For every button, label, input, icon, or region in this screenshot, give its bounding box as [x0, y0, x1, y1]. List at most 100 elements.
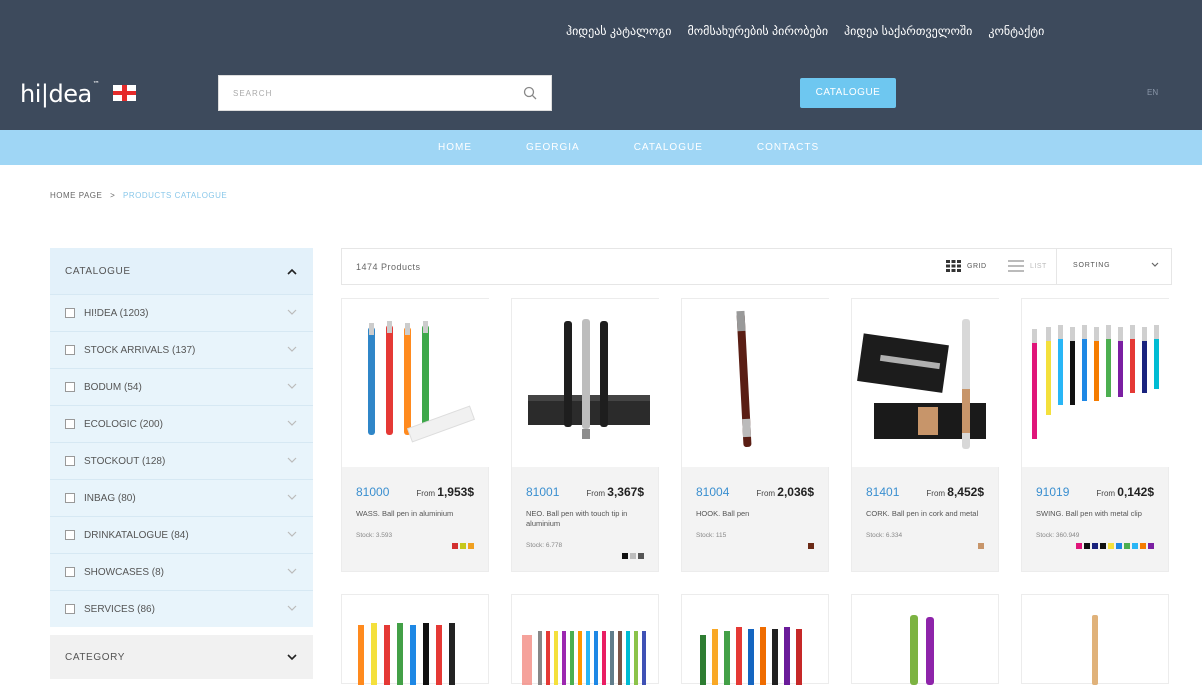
color-swatch[interactable] — [1084, 543, 1090, 549]
chevron-down-icon[interactable] — [287, 309, 297, 315]
search-input[interactable] — [219, 76, 499, 110]
breadcrumb-home[interactable]: HOME PAGE — [50, 191, 102, 200]
color-swatch[interactable] — [622, 553, 628, 559]
list-view-toggle[interactable]: LIST — [1008, 260, 1047, 272]
chevron-down-icon[interactable] — [287, 605, 297, 611]
color-swatch[interactable] — [1140, 543, 1146, 549]
filter-checkbox[interactable] — [65, 530, 75, 540]
category-filter-header[interactable]: CATEGORY — [50, 635, 313, 679]
sidebar-filter-item[interactable]: STOCK ARRIVALS (137) — [50, 331, 313, 368]
product-card[interactable]: 81401 From 8,452$ CORK. Ball pen in cork a… — [851, 298, 1000, 572]
color-swatch[interactable] — [1132, 543, 1138, 549]
color-swatch[interactable] — [978, 543, 984, 549]
logo[interactable]: hi|dea™ — [20, 80, 100, 108]
filter-checkbox[interactable] — [65, 456, 75, 466]
product-code[interactable]: 91019 — [1036, 485, 1069, 499]
chevron-down-icon[interactable] — [287, 346, 297, 352]
product-card[interactable] — [681, 594, 829, 685]
nav-georgia[interactable]: GEORGIA — [526, 142, 580, 153]
product-card[interactable]: 81000 From 1,953$ WASS. Ball pen in alumin… — [341, 298, 490, 572]
chevron-down-icon[interactable] — [287, 383, 297, 389]
product-name: SWING. Ball pen with metal clip — [1036, 509, 1142, 518]
product-name: CORK. Ball pen in cork and metal — [866, 509, 979, 518]
color-swatch[interactable] — [1108, 543, 1114, 549]
top-link-contact[interactable]: კონტაქტი — [988, 24, 1044, 38]
search-icon[interactable] — [523, 86, 537, 100]
filter-label: HI!DEA (1203) — [84, 307, 149, 319]
catalogue-filter-header[interactable]: CATALOGUE — [50, 248, 313, 294]
chevron-up-icon[interactable] — [287, 268, 297, 275]
sidebar-filter-item[interactable]: SHOWCASES (8) — [50, 553, 313, 590]
color-swatch[interactable] — [630, 553, 636, 559]
color-swatch[interactable] — [1076, 543, 1082, 549]
sidebar-filter-item[interactable]: ECOLOGIC (200) — [50, 405, 313, 442]
chevron-down-icon[interactable] — [287, 568, 297, 574]
product-image[interactable] — [342, 299, 490, 467]
product-code[interactable]: 81000 — [356, 485, 389, 499]
filter-checkbox[interactable] — [65, 308, 75, 318]
product-code[interactable]: 81401 — [866, 485, 899, 499]
product-stock: Stock: 6.778 — [526, 542, 563, 549]
product-card[interactable]: 81001 From 3,367$ NEO. Ball pen with touch… — [511, 298, 660, 572]
color-swatch[interactable] — [1148, 543, 1154, 549]
chevron-down-icon[interactable] — [287, 531, 297, 537]
color-swatch[interactable] — [1100, 543, 1106, 549]
product-name: HOOK. Ball pen — [696, 509, 750, 518]
product-card[interactable] — [511, 594, 659, 685]
sidebar-filter-item[interactable]: BODUM (54) — [50, 368, 313, 405]
product-card[interactable]: 91019 From 0,142$ SWING. Ball pen with met… — [1021, 298, 1170, 572]
product-image — [522, 631, 646, 685]
color-swatch[interactable] — [1124, 543, 1130, 549]
filter-checkbox[interactable] — [65, 567, 75, 577]
sidebar-filter-item[interactable]: STOCKOUT (128) — [50, 442, 313, 479]
chevron-down-icon[interactable] — [287, 420, 297, 426]
product-card[interactable] — [341, 594, 489, 685]
product-image[interactable] — [852, 299, 1000, 467]
product-stock: Stock: 3.593 — [356, 532, 393, 539]
color-swatch[interactable] — [638, 553, 644, 559]
top-link-service-terms[interactable]: მომსახურების პირობები — [687, 24, 828, 38]
chevron-down-icon[interactable] — [287, 457, 297, 463]
sidebar-filter-item[interactable]: DRINKATALOGUE (84) — [50, 516, 313, 553]
grid-icon — [946, 260, 961, 272]
filter-checkbox[interactable] — [65, 604, 75, 614]
filter-checkbox[interactable] — [65, 345, 75, 355]
product-image[interactable] — [512, 299, 660, 467]
product-price: From 1,953$ — [416, 485, 474, 499]
filter-checkbox[interactable] — [65, 382, 75, 392]
product-stock: Stock: 6.334 — [866, 532, 903, 539]
chevron-down-icon[interactable] — [287, 653, 297, 661]
color-swatch[interactable] — [1116, 543, 1122, 549]
product-card[interactable]: 81004 From 2,036$ HOOK. Ball pen Stock: 115 — [681, 298, 830, 572]
product-image[interactable] — [682, 299, 830, 467]
product-card[interactable] — [1021, 594, 1169, 685]
chevron-down-icon[interactable] — [1151, 262, 1159, 268]
color-swatches — [808, 543, 814, 549]
color-swatch[interactable] — [452, 543, 458, 549]
top-link-hidea-georgia[interactable]: ჰიდეა საქართველოში — [844, 24, 972, 38]
grid-view-toggle[interactable]: GRID — [946, 260, 987, 272]
product-card[interactable] — [851, 594, 999, 685]
nav-home[interactable]: HOME — [438, 142, 472, 153]
language-switch[interactable]: EN — [1147, 88, 1158, 97]
filter-checkbox[interactable] — [65, 419, 75, 429]
product-code[interactable]: 81001 — [526, 485, 559, 499]
filter-checkbox[interactable] — [65, 493, 75, 503]
product-price: From 3,367$ — [586, 485, 644, 499]
catalogue-button[interactable]: CATALOGUE — [800, 78, 896, 108]
color-swatch[interactable] — [808, 543, 814, 549]
filter-label: DRINKATALOGUE (84) — [84, 529, 189, 541]
product-image[interactable] — [1022, 299, 1170, 467]
sorting-select[interactable]: SORTING — [1073, 262, 1110, 269]
color-swatch[interactable] — [460, 543, 466, 549]
color-swatch[interactable] — [1092, 543, 1098, 549]
sidebar-filter-item[interactable]: HI!DEA (1203) — [50, 294, 313, 331]
top-link-catalogue[interactable]: ჰიდეას კატალოგი — [566, 24, 671, 38]
sidebar-filter-item[interactable]: SERVICES (86) — [50, 590, 313, 627]
product-code[interactable]: 81004 — [696, 485, 729, 499]
color-swatch[interactable] — [468, 543, 474, 549]
nav-catalogue[interactable]: CATALOGUE — [634, 142, 703, 153]
chevron-down-icon[interactable] — [287, 494, 297, 500]
sidebar-filter-item[interactable]: INBAG (80) — [50, 479, 313, 516]
nav-contacts[interactable]: CONTACTS — [757, 142, 819, 153]
